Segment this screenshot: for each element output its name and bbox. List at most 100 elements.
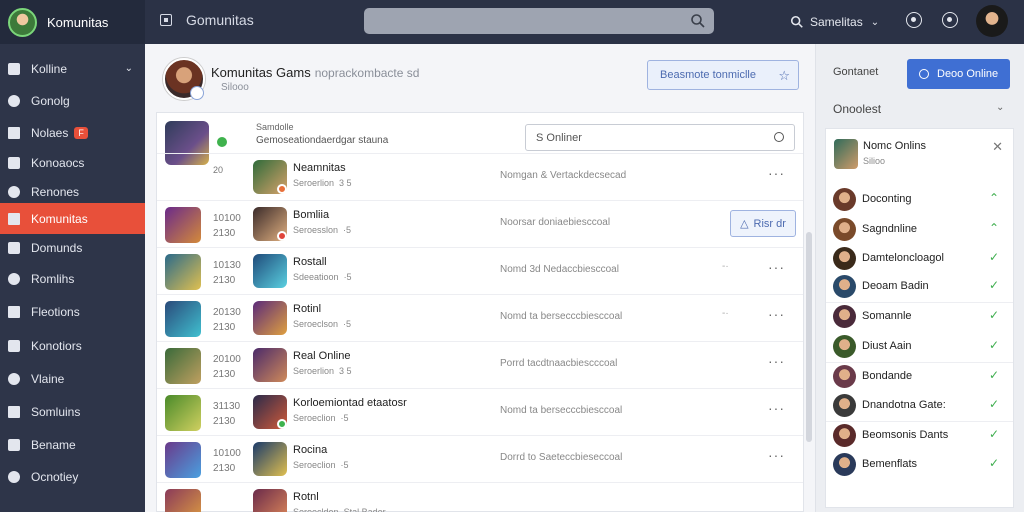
row-name[interactable]: Rotinl [293, 303, 321, 315]
table-row[interactable]: 10130 2130 Rostall Sdeeatioon ·5 Nomd 3d Ned… [157, 247, 803, 294]
row-avatar[interactable] [253, 489, 287, 512]
friend-avatar[interactable] [833, 424, 856, 447]
friend-avatar[interactable] [834, 139, 858, 169]
search-icon[interactable] [790, 15, 804, 29]
row-avatar[interactable] [253, 348, 287, 382]
row-thumbnail[interactable] [165, 348, 201, 384]
check-icon[interactable]: ✓ [989, 368, 999, 382]
table-row[interactable]: 10100 2130 Bomliia Seroesslon ·5 Noorsar don… [157, 200, 803, 247]
friend-item[interactable]: Diust Aain ✓ [826, 332, 1013, 361]
check-icon[interactable]: ✓ [989, 456, 999, 470]
row-thumbnail[interactable] [165, 207, 201, 243]
search-icon[interactable] [774, 132, 784, 142]
sidebar-item[interactable]: Domunds [0, 232, 145, 263]
search-icon[interactable] [690, 13, 706, 29]
check-icon[interactable]: ✓ [989, 397, 999, 411]
follow-button[interactable]: Beasmote tonmiclle ☆ [647, 60, 799, 90]
row-thumbnail[interactable] [165, 442, 201, 478]
friend-item[interactable]: Bemenflats ✓ [826, 450, 1013, 479]
row-name[interactable]: Bomliia [293, 209, 329, 221]
friend-item[interactable]: Damteloncloagol ✓ [826, 244, 1013, 273]
friend-item[interactable]: Beomsonis Dants ✓ [826, 421, 1013, 450]
sidebar-item[interactable]: Vlaine [0, 363, 145, 394]
clock-icon[interactable] [942, 12, 958, 28]
sidebar-item[interactable]: Romlihs [0, 263, 145, 294]
row-sub: Seroecldon Stal Bader [293, 507, 386, 512]
close-icon[interactable]: ✕ [992, 139, 1003, 155]
more-icon[interactable]: ··· [768, 306, 785, 322]
sidebar-item[interactable]: Komunitas [0, 203, 145, 234]
row-thumbnail[interactable] [165, 395, 201, 431]
friend-item[interactable]: Bondande ✓ [826, 362, 1013, 391]
check-icon[interactable]: ✓ [989, 278, 999, 292]
table-row[interactable]: 20130 2130 Rotinl Seroeclson ·5 Nomd ta bers… [157, 294, 803, 341]
sidebar-item[interactable]: Ocnotiey [0, 461, 145, 492]
friend-avatar[interactable] [833, 365, 856, 388]
notification-icon[interactable] [906, 12, 922, 28]
row-name[interactable]: Neamnitas [293, 162, 346, 174]
friend-avatar[interactable] [833, 218, 856, 241]
table-row[interactable]: 20100 2130 Real Online Seroerlion 3 5 Porrd … [157, 341, 803, 388]
sidebar-item[interactable]: Bename [0, 429, 145, 460]
online-button[interactable]: Deoo Online [907, 59, 1010, 89]
row-thumbnail[interactable] [165, 489, 201, 512]
more-icon[interactable]: ··· [768, 165, 785, 181]
row-avatar[interactable] [253, 254, 287, 288]
table-row[interactable]: Rotnl Seroecldon Stal Bader [157, 482, 803, 512]
chevron-down-icon[interactable]: ⌄ [996, 102, 1004, 113]
row-thumbnail[interactable] [165, 301, 201, 337]
chevron-up-icon[interactable]: ⌃ [989, 221, 999, 235]
row-name[interactable]: Rotnl [293, 491, 319, 503]
chevron-up-icon[interactable]: ⌃ [989, 191, 999, 205]
table-row[interactable]: Neamnitas Seroerlion 3 5 Nomgan & Vertackd… [157, 153, 803, 200]
friend-name: Dnandotna Gate: [862, 399, 946, 411]
check-icon[interactable]: ✓ [989, 338, 999, 352]
more-icon[interactable]: ··· [768, 353, 785, 369]
user-avatar[interactable] [976, 5, 1008, 37]
row-status: Porrd tacdtnaacbiescccoal [500, 358, 618, 369]
sidebar-item[interactable]: Konoaocs [0, 147, 145, 178]
friend-avatar[interactable] [833, 275, 856, 298]
top-search-input[interactable] [364, 8, 714, 34]
sidebar-item[interactable]: Kolline ⌄ [0, 53, 145, 84]
row-name[interactable]: Korloemiontad etaatosr [293, 397, 407, 409]
user-menu[interactable]: Samelitas ⌄ [790, 0, 879, 44]
brand[interactable]: Komunitas [0, 0, 145, 44]
friend-item[interactable]: Doconting ⌃ [826, 185, 1013, 214]
row-action-button[interactable]: △ Risr dr [730, 210, 796, 237]
row-name[interactable]: Rostall [293, 256, 327, 268]
sidebar-item[interactable]: Nolaes F [0, 117, 145, 148]
friend-avatar[interactable] [833, 188, 856, 211]
friend-item[interactable]: Dnandotna Gate: ✓ [826, 391, 1013, 420]
table-row[interactable]: 31130 2130 Korloemiontad etaatosr Seroeclio… [157, 388, 803, 435]
check-icon[interactable]: ✓ [989, 427, 999, 441]
sidebar-item[interactable]: Somluins [0, 396, 145, 427]
friend-item[interactable]: Somannle ✓ [826, 302, 1013, 331]
more-icon[interactable]: ··· [768, 259, 785, 275]
friend-avatar[interactable] [833, 453, 856, 476]
card-search-input[interactable]: S Onliner [525, 124, 795, 151]
friend-avatar[interactable] [833, 247, 856, 270]
row-sub-text: Seroeclson [293, 319, 339, 329]
row-name[interactable]: Real Online [293, 350, 350, 362]
friend-avatar[interactable] [833, 305, 856, 328]
row-thumbnail[interactable] [165, 254, 201, 290]
sidebar-item[interactable]: Gonolg [0, 85, 145, 116]
check-icon[interactable]: ✓ [989, 250, 999, 264]
row-avatar[interactable] [253, 442, 287, 476]
row-name[interactable]: Rocina [293, 444, 327, 456]
friend-item[interactable]: Deoam Badin ✓ [826, 272, 1013, 301]
chevron-down-icon[interactable]: ⌄ [125, 63, 133, 74]
friend-avatar[interactable] [833, 394, 856, 417]
scrollbar[interactable] [806, 232, 812, 442]
table-row[interactable]: 10100 2130 Rocina Seroeclion ·5 Dorrd to Sae… [157, 435, 803, 482]
row-sub: Seroeclson ·5 [293, 319, 351, 329]
check-icon[interactable]: ✓ [989, 308, 999, 322]
row-avatar[interactable] [253, 301, 287, 335]
more-icon[interactable]: ··· [768, 447, 785, 463]
friend-item[interactable]: Sagndnline ⌃ [826, 215, 1013, 244]
friend-avatar[interactable] [833, 335, 856, 358]
more-icon[interactable]: ··· [768, 400, 785, 416]
sidebar-item[interactable]: Konotiors [0, 330, 145, 361]
sidebar-item[interactable]: Fleotions [0, 296, 145, 327]
